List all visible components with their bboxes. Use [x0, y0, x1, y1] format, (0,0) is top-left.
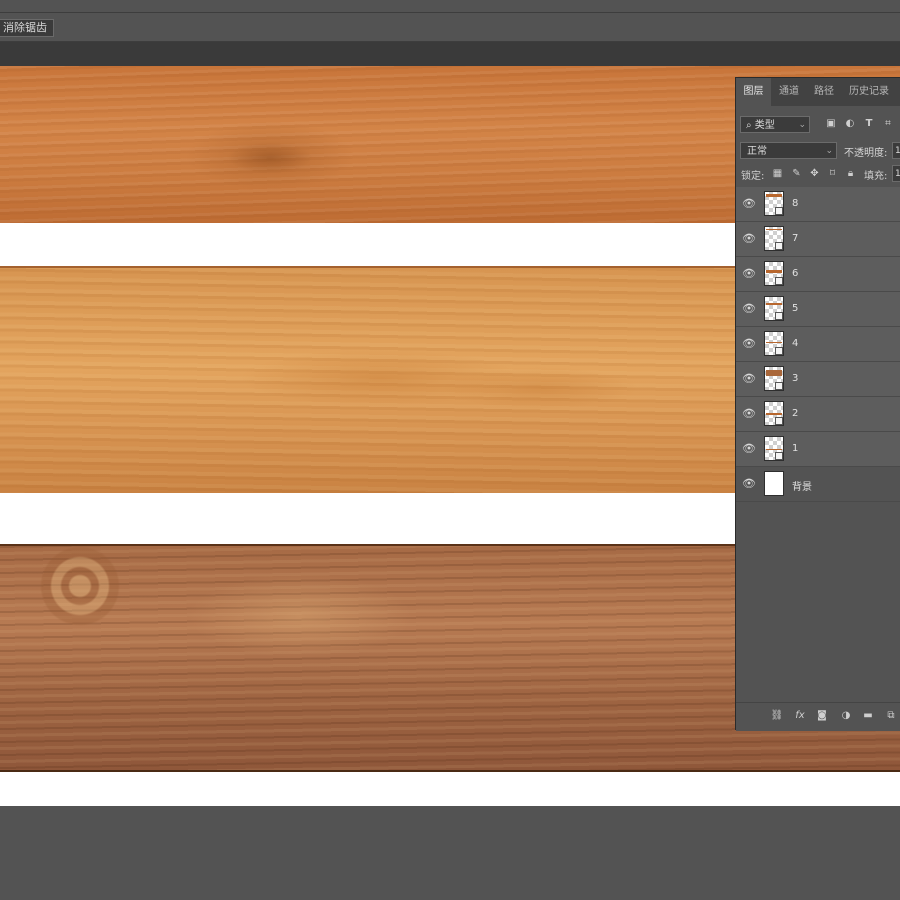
lock-transparent-icon[interactable]: ▦: [771, 167, 784, 180]
new-layer-icon[interactable]: ⧉: [884, 709, 898, 723]
fill-label: 填充:: [864, 171, 888, 182]
layer-row[interactable]: 👁︎ 4: [736, 327, 900, 362]
eye-icon[interactable]: 👁︎: [742, 267, 756, 281]
layer-name: 5: [792, 303, 799, 314]
layer-row[interactable]: 👁︎ 1: [736, 432, 900, 467]
anti-alias-button[interactable]: 消除锯齿: [0, 19, 54, 37]
layer-row-background[interactable]: 👁︎ 背景: [736, 467, 900, 502]
layer-thumbnail: [764, 436, 784, 461]
chevron-down-icon: ⌄: [825, 146, 833, 156]
tab-paths[interactable]: 路径: [807, 78, 841, 106]
menu-bar: [0, 0, 900, 12]
layer-thumbnail: [764, 471, 784, 496]
layer-thumbnail: [764, 191, 784, 216]
layer-thumbnail: [764, 261, 784, 286]
layer-thumbnail: [764, 226, 784, 251]
layer-row[interactable]: 👁︎ 7: [736, 222, 900, 257]
eye-icon[interactable]: 👁︎: [742, 337, 756, 351]
layer-row[interactable]: 👁︎ 5: [736, 292, 900, 327]
layer-name: 6: [792, 268, 799, 279]
image-filter-icon[interactable]: ▣: [824, 117, 838, 131]
layers-panel-footer: ⛓︎ fx ◙ ◑ ▬ ⧉: [736, 702, 900, 731]
adjustment-icon[interactable]: ◑: [839, 709, 853, 723]
tab-layers[interactable]: 图层: [736, 78, 771, 106]
eye-icon[interactable]: 👁︎: [742, 372, 756, 386]
layer-list: 👁︎ 8 👁︎ 7 👁︎ 6 👁︎ 5 👁︎ 4 👁︎ 3 👁︎ 2 👁︎ 1 …: [736, 187, 900, 502]
fx-icon[interactable]: fx: [793, 709, 807, 723]
layer-row[interactable]: 👁︎ 6: [736, 257, 900, 292]
layer-name: 8: [792, 198, 799, 209]
layer-name: 1: [792, 443, 799, 454]
layer-name: 4: [792, 338, 799, 349]
tab-history[interactable]: 历史记录: [842, 78, 896, 106]
blend-row: 正常 ⌄ 不透明度: 100%: [736, 140, 900, 162]
lock-label: 锁定:: [741, 171, 765, 182]
opacity-label: 不透明度:: [844, 148, 888, 159]
lock-artboard-icon[interactable]: ⌑: [826, 167, 839, 180]
eye-icon[interactable]: 👁︎: [742, 407, 756, 421]
shape-filter-icon[interactable]: ⌗: [881, 117, 895, 131]
eye-icon[interactable]: 👁︎: [742, 302, 756, 316]
layers-panel: 图层 通道 路径 历史记录 ⌕ 类型 ⌄ ▣ ◐ T ⌗ 正常 ⌄ 不透明度: …: [735, 77, 900, 731]
eye-icon[interactable]: 👁︎: [742, 442, 756, 456]
adjustment-filter-icon[interactable]: ◐: [843, 117, 857, 131]
folder-icon[interactable]: ▬: [861, 709, 875, 723]
chevron-down-icon: ⌄: [798, 120, 806, 130]
filter-kind-label: 类型: [754, 120, 775, 131]
document-tab-bar: [0, 42, 900, 66]
link-icon[interactable]: ⛓︎: [770, 709, 784, 723]
layer-thumbnail: [764, 401, 784, 426]
layer-name: 2: [792, 408, 799, 419]
mask-icon[interactable]: ◙: [815, 709, 829, 723]
blend-mode-select[interactable]: 正常 ⌄: [740, 142, 837, 159]
lock-position-icon[interactable]: ✥: [808, 167, 821, 180]
fill-field[interactable]: 100%: [892, 165, 900, 182]
opacity-field[interactable]: 100%: [892, 142, 900, 159]
layer-name: 7: [792, 233, 799, 244]
tab-channels[interactable]: 通道: [772, 78, 806, 106]
panel-tabs: 图层 通道 路径 历史记录: [736, 78, 900, 106]
eye-icon[interactable]: 👁︎: [742, 197, 756, 211]
options-bar: 消除锯齿: [0, 12, 900, 42]
type-filter-icon[interactable]: T: [862, 117, 876, 131]
layer-thumbnail: [764, 296, 784, 321]
workspace-background: [0, 806, 900, 900]
eye-icon[interactable]: 👁︎: [742, 477, 756, 491]
eye-icon[interactable]: 👁︎: [742, 232, 756, 246]
layer-filter-row: ⌕ 类型 ⌄ ▣ ◐ T ⌗: [736, 114, 900, 136]
layer-thumbnail: [764, 366, 784, 391]
layer-row[interactable]: 👁︎ 2: [736, 397, 900, 432]
layer-thumbnail: [764, 331, 784, 356]
layer-row[interactable]: 👁︎ 8: [736, 187, 900, 222]
lock-all-icon[interactable]: 🔒︎: [844, 167, 857, 180]
lock-row: 锁定: ▦ ✎ ✥ ⌑ 🔒︎ 填充: 100%: [736, 164, 900, 184]
layer-row[interactable]: 👁︎ 3: [736, 362, 900, 397]
filter-kind-select[interactable]: ⌕ 类型 ⌄: [740, 116, 810, 133]
layer-name: 背景: [792, 482, 812, 493]
blend-mode-value: 正常: [747, 146, 767, 157]
search-icon: ⌕: [746, 120, 752, 131]
layer-name: 3: [792, 373, 799, 384]
lock-image-icon[interactable]: ✎: [790, 167, 803, 180]
